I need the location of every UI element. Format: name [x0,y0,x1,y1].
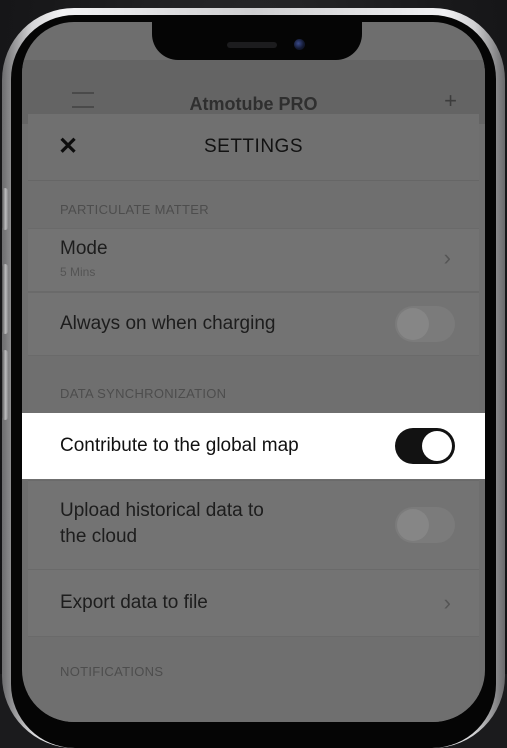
section-data-synchronization: DATA SYNCHRONIZATION [60,386,227,401]
phone-screen: Atmotube PRO + ✕ SETTINGS PARTICULATE MA… [22,22,485,722]
volume-down-button [2,350,8,420]
mode-label: Mode [60,238,108,259]
mode-value: 5 Mins [60,265,96,279]
section-notifications: NOTIFICATIONS [60,664,164,679]
settings-header: ✕ SETTINGS [28,114,479,181]
volume-up-button [2,264,8,334]
toggle-knob [422,431,452,461]
notch [152,22,362,60]
upload-history-toggle[interactable] [395,507,455,543]
always-on-charging-row: Always on when charging [28,292,479,356]
chevron-right-icon: › [443,590,451,615]
upload-history-row: Upload historical data to the cloud [28,480,479,570]
app-title: Atmotube PRO [189,94,318,114]
speaker-grille [227,42,277,48]
upload-history-label-line2: the cloud [60,526,138,547]
chevron-right-icon: › [443,245,451,270]
settings-sheet: ✕ SETTINGS PARTICULATE MATTER Mode 5 Min… [22,114,485,722]
always-on-charging-toggle[interactable] [395,306,455,342]
contribute-global-map-label: Contribute to the global map [60,435,299,456]
section-particulate-matter: PARTICULATE MATTER [60,202,209,217]
toggle-knob [397,509,429,541]
mute-switch [2,188,8,230]
front-camera-icon [294,39,305,50]
contribute-global-map-toggle[interactable] [395,428,455,464]
toggle-knob [397,308,429,340]
export-data-row[interactable]: Export data to file › [28,569,479,637]
always-on-charging-label: Always on when charging [60,313,276,334]
upload-history-label-line1: Upload historical data to [60,500,264,521]
contribute-global-map-row: Contribute to the global map [22,413,485,479]
plus-icon[interactable]: + [444,88,457,114]
settings-title: SETTINGS [203,136,303,157]
export-data-label: Export data to file [60,592,208,613]
mode-row[interactable]: Mode 5 Mins › [28,228,479,292]
